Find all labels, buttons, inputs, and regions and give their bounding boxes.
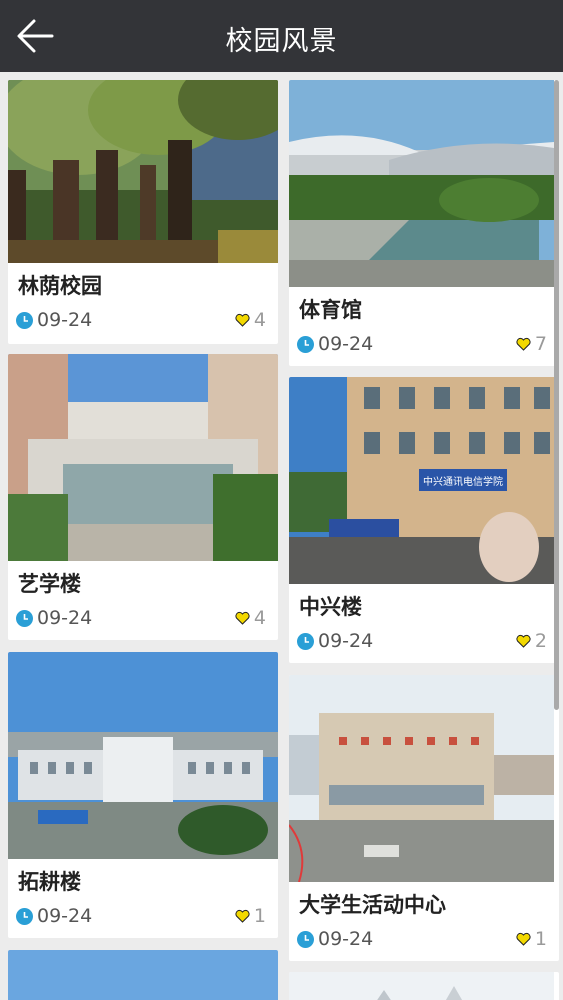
card-caption: 艺学楼	[18, 572, 81, 596]
card-caption: 大学生活动中心	[299, 893, 446, 917]
photo-gymnasium	[289, 80, 559, 287]
card-date: 09-24	[318, 630, 374, 652]
photo-art-building	[8, 354, 278, 561]
like-count: 7	[534, 333, 547, 355]
photo-tuogeng-building	[8, 652, 278, 859]
scrollbar[interactable]	[554, 80, 559, 710]
page-title: 校园风景	[225, 26, 338, 57]
photo-partial-left	[8, 950, 278, 1000]
clock-icon	[297, 336, 314, 353]
photo-card-yixue[interactable]: 艺学楼 09-24 4	[8, 354, 278, 640]
card-meta: 09-24 1	[16, 905, 270, 929]
like-count: 2	[534, 630, 547, 652]
photo-card-partial-left[interactable]	[8, 950, 278, 1000]
card-date: 09-24	[318, 333, 374, 355]
photo-partial-right	[289, 972, 559, 1000]
card-meta: 09-24 4	[16, 309, 270, 333]
card-meta: 09-24 1	[297, 928, 551, 952]
clock-icon	[16, 610, 33, 627]
photo-student-activity-center	[289, 675, 559, 882]
photo-card-gymnasium[interactable]: 体育馆 09-24 7	[289, 80, 559, 366]
heart-icon[interactable]	[235, 611, 250, 625]
heart-icon[interactable]	[235, 909, 250, 923]
photo-card-partial-right[interactable]	[289, 972, 559, 1000]
card-meta: 09-24 4	[16, 607, 270, 631]
photo-card-zhongxing[interactable]: 中兴通讯电信学院 中兴楼 09-24 2	[289, 377, 559, 663]
like-count: 1	[534, 928, 547, 950]
card-meta: 09-24 7	[297, 333, 551, 357]
card-date: 09-24	[37, 309, 93, 331]
photo-zhongxing-building: 中兴通讯电信学院	[289, 377, 559, 584]
card-caption: 体育馆	[299, 298, 362, 322]
card-date: 09-24	[37, 607, 93, 629]
photo-tree-lined-campus	[8, 80, 278, 263]
photo-card-tuogeng[interactable]: 拓耕楼 09-24 1	[8, 652, 278, 938]
card-meta: 09-24 2	[297, 630, 551, 654]
clock-icon	[16, 908, 33, 925]
card-caption: 中兴楼	[299, 595, 362, 619]
heart-icon[interactable]	[516, 634, 531, 648]
top-bar: 校园风景	[0, 0, 563, 72]
card-caption: 拓耕楼	[18, 870, 81, 894]
heart-icon[interactable]	[235, 313, 250, 327]
photo-card-student-center[interactable]: 大学生活动中心 09-24 1	[289, 675, 559, 961]
card-caption: 林荫校园	[18, 274, 102, 298]
photo-grid: 林荫校园 09-24 4 体育馆 09-24 7 艺学楼 09-24 4 中兴通…	[0, 72, 563, 1000]
clock-icon	[297, 931, 314, 948]
card-date: 09-24	[37, 905, 93, 927]
card-date: 09-24	[318, 928, 374, 950]
clock-icon	[297, 633, 314, 650]
like-count: 4	[253, 309, 266, 331]
heart-icon[interactable]	[516, 932, 531, 946]
like-count: 1	[253, 905, 266, 927]
clock-icon	[16, 312, 33, 329]
building-sign-text: 中兴通讯电信学院	[423, 475, 503, 488]
like-count: 4	[253, 607, 266, 629]
photo-card-linyin[interactable]: 林荫校园 09-24 4	[8, 80, 278, 344]
heart-icon[interactable]	[516, 337, 531, 351]
